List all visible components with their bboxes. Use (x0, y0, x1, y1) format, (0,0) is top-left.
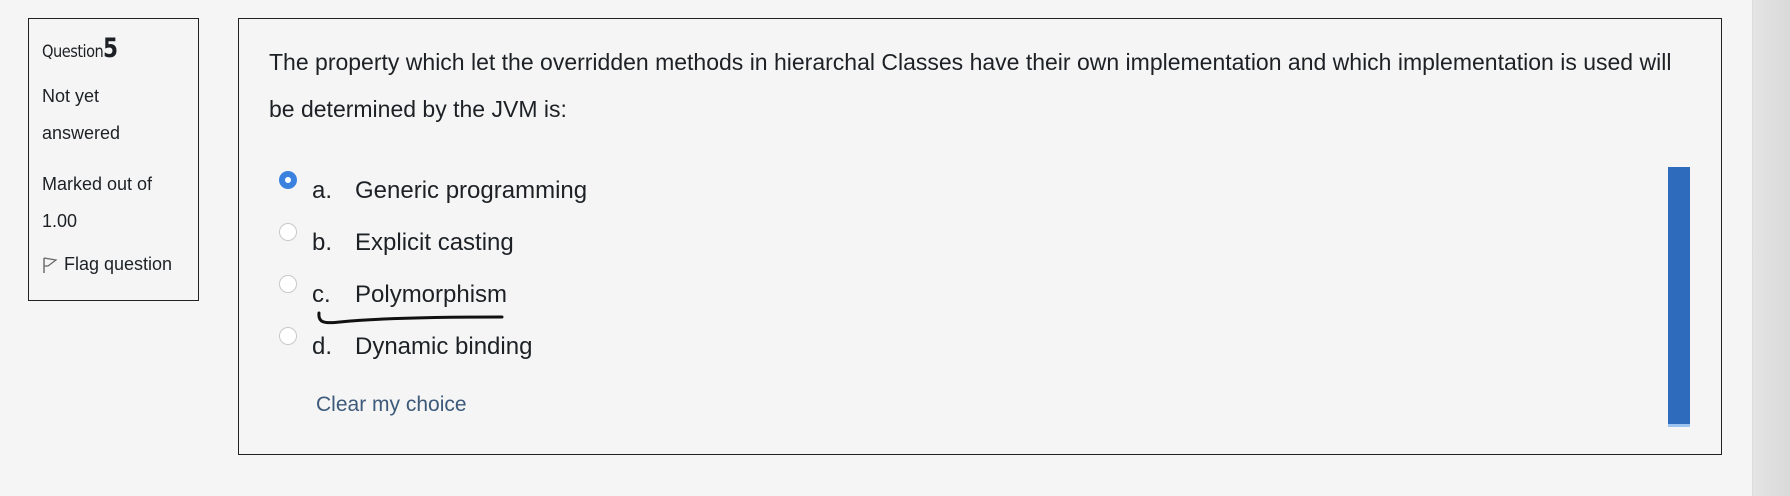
answer-c-letter: c. (312, 281, 331, 308)
question-number: 5 (103, 33, 119, 64)
window-scrollbar-track[interactable] (1752, 0, 1790, 496)
answer-c-label: Polymorphism (355, 281, 508, 308)
answer-d-letter: d. (312, 333, 333, 360)
answer-a-letter: a. (312, 177, 333, 204)
flag-question-label: Flag question (64, 254, 173, 274)
question-text: The property which let the overridden me… (269, 49, 1672, 122)
answer-a-radio[interactable] (279, 171, 297, 189)
answer-option-c[interactable]: c. Polymorphism (279, 275, 508, 309)
answer-option-d[interactable]: d. Dynamic binding (279, 327, 533, 361)
answer-a-label: Generic programming (355, 177, 588, 204)
answer-option-a[interactable]: a. Generic programming (279, 171, 588, 205)
question-content-panel: The property which let the overridden me… (238, 18, 1722, 455)
answer-b-label: Explicit casting (355, 229, 514, 256)
flag-icon (43, 256, 58, 273)
answer-b-letter: b. (312, 229, 333, 256)
answer-c-radio[interactable] (279, 275, 297, 293)
answer-d-label: Dynamic binding (355, 333, 533, 360)
flag-question-button[interactable]: Flag question (42, 254, 186, 275)
question-label: Question (42, 42, 104, 62)
question-heading: Question 5 (42, 33, 186, 64)
answer-option-b[interactable]: b. Explicit casting (279, 223, 514, 257)
answer-d-radio[interactable] (279, 327, 297, 345)
marked-out-of-label: Marked out of (42, 174, 153, 194)
status-line-2: answered (42, 123, 121, 143)
clear-my-choice-link[interactable]: Clear my choice (316, 393, 467, 417)
side-indicator-bar (1668, 167, 1690, 427)
marked-out-of-value: 1.00 (42, 211, 78, 231)
question-info-panel: Question 5 Not yet answered Marked out o… (28, 18, 199, 301)
answer-b-radio[interactable] (279, 223, 297, 241)
status-line-1: Not yet (42, 86, 100, 106)
